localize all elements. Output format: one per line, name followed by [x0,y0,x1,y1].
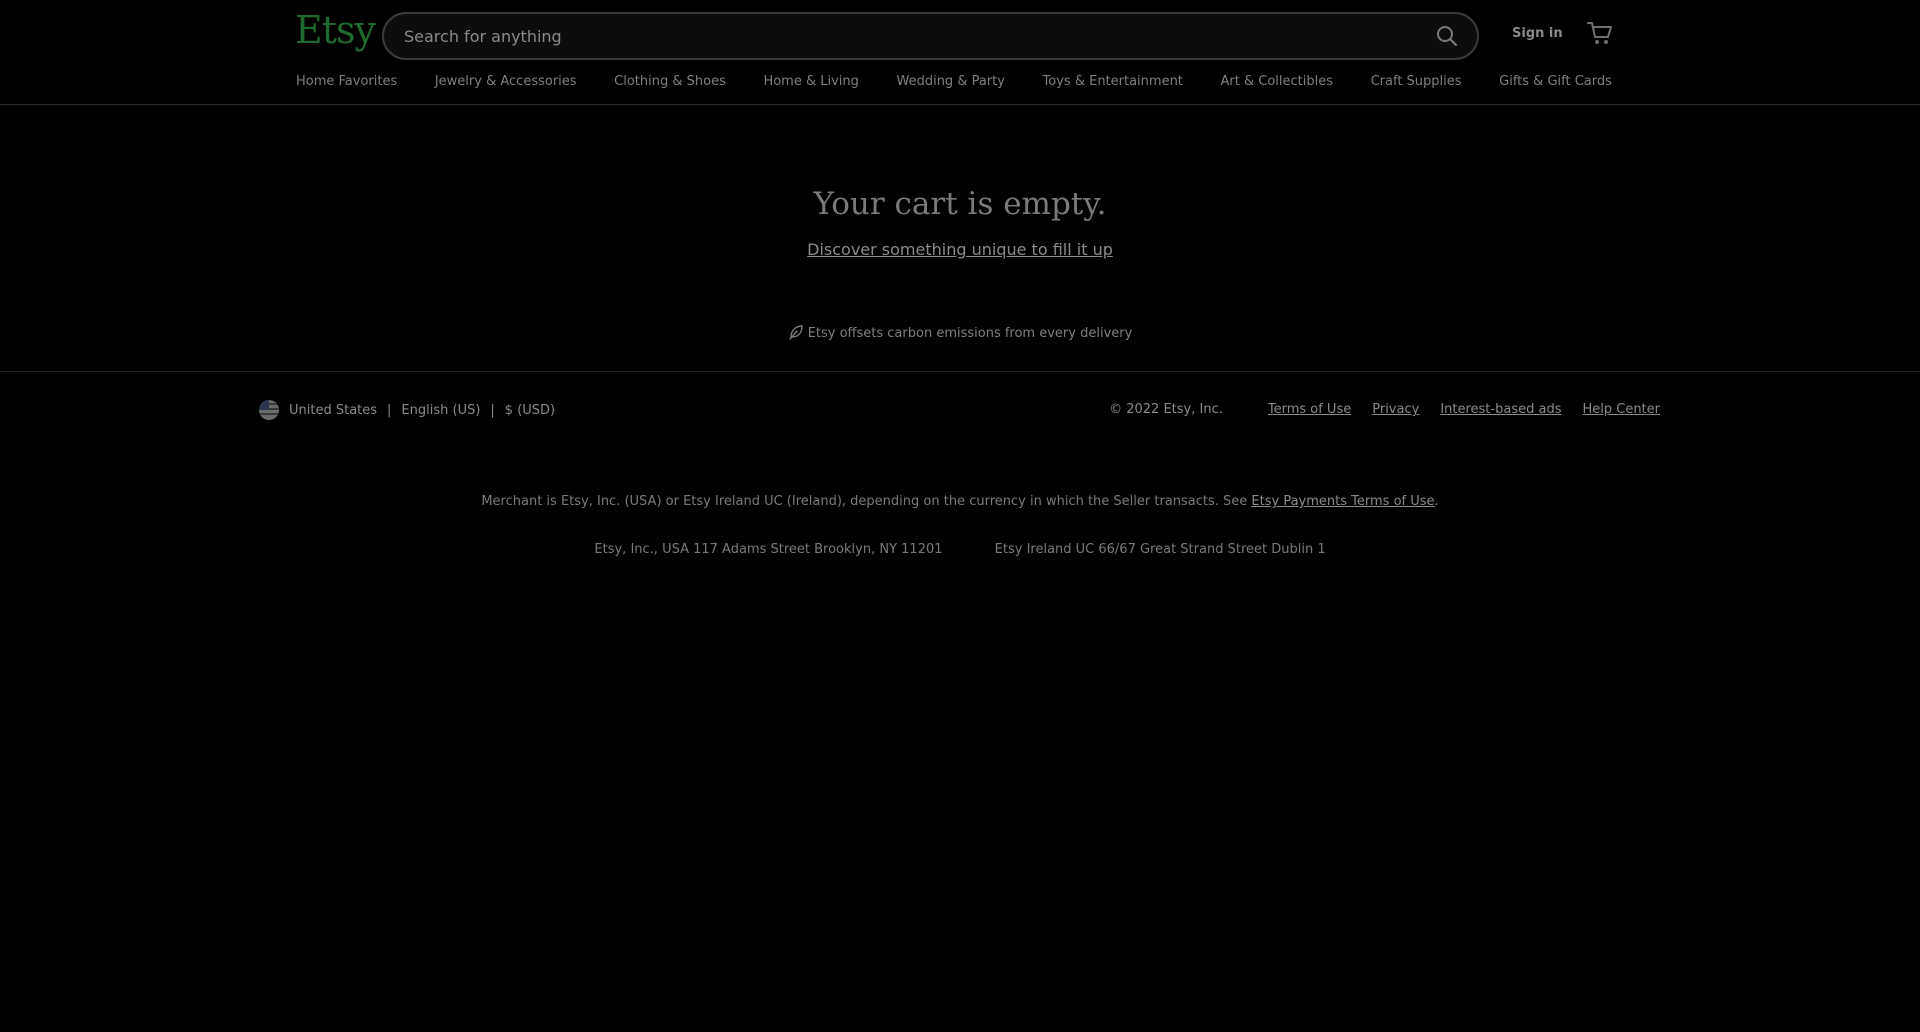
language-label: English (US) [401,402,481,418]
country-label: United States [289,402,378,418]
discover-link[interactable]: Discover something unique to fill it up [807,240,1113,259]
copyright: © 2022 Etsy, Inc. [1109,402,1223,417]
leaf-icon [788,325,803,340]
address-ireland: Etsy Ireland UC 66/67 Great Strand Stree… [994,542,1326,557]
us-flag-icon [259,400,279,420]
merchant-text: Merchant is Etsy, Inc. (USA) or Etsy Ire… [481,494,1248,509]
legal-links: © 2022 Etsy, Inc. Terms of Use Privacy I… [1109,402,1660,417]
help-center-link[interactable]: Help Center [1582,402,1660,417]
nav-gifts-gift-cards[interactable]: Gifts & Gift Cards [1499,74,1612,96]
site-header: Etsy Sign in Home Favorites Jewelry & Ac… [0,0,1920,105]
terms-of-use-link[interactable]: Terms of Use [1268,402,1351,417]
company-addresses: Etsy, Inc., USA 117 Adams Street Brookly… [0,542,1920,557]
currency-label: $ (USD) [504,402,556,418]
discover-section: Discover something unique to fill it up [0,240,1920,259]
nav-jewelry-accessories[interactable]: Jewelry & Accessories [435,74,577,96]
locale-separator: | [387,402,392,418]
cart-icon [1587,22,1612,44]
search-input[interactable] [402,14,1402,58]
category-nav: Home Favorites Jewelry & Accessories Clo… [296,74,1612,96]
interest-based-ads-link[interactable]: Interest-based ads [1440,402,1561,417]
etsy-logo[interactable]: Etsy [295,8,376,52]
sign-in-link[interactable]: Sign in [1512,26,1563,41]
privacy-link[interactable]: Privacy [1372,402,1419,417]
empty-cart-title: Your cart is empty. [813,186,1107,222]
cart-button[interactable] [1586,20,1614,46]
locale-settings[interactable]: United States | English (US) | $ (USD) [259,400,555,420]
search-bar [382,12,1479,60]
carbon-note: Etsy offsets carbon emissions from every… [0,324,1920,341]
nav-home-living[interactable]: Home & Living [763,74,858,96]
nav-toys-entertainment[interactable]: Toys & Entertainment [1043,74,1183,96]
nav-clothing-shoes[interactable]: Clothing & Shoes [614,74,726,96]
address-us: Etsy, Inc., USA 117 Adams Street Brookly… [594,542,943,557]
payments-terms-link[interactable]: Etsy Payments Terms of Use [1251,494,1434,509]
nav-home-favorites[interactable]: Home Favorites [296,74,397,96]
carbon-note-text: Etsy offsets carbon emissions from every… [807,326,1133,341]
search-button[interactable] [1435,24,1461,50]
nav-wedding-party[interactable]: Wedding & Party [896,74,1004,96]
footer-divider [0,371,1920,372]
locale-separator: | [490,402,495,418]
search-icon [1437,26,1458,47]
merchant-notice: Merchant is Etsy, Inc. (USA) or Etsy Ire… [0,494,1920,509]
nav-craft-supplies[interactable]: Craft Supplies [1371,74,1462,96]
merchant-period: . [1434,494,1439,509]
nav-art-collectibles[interactable]: Art & Collectibles [1221,74,1333,96]
